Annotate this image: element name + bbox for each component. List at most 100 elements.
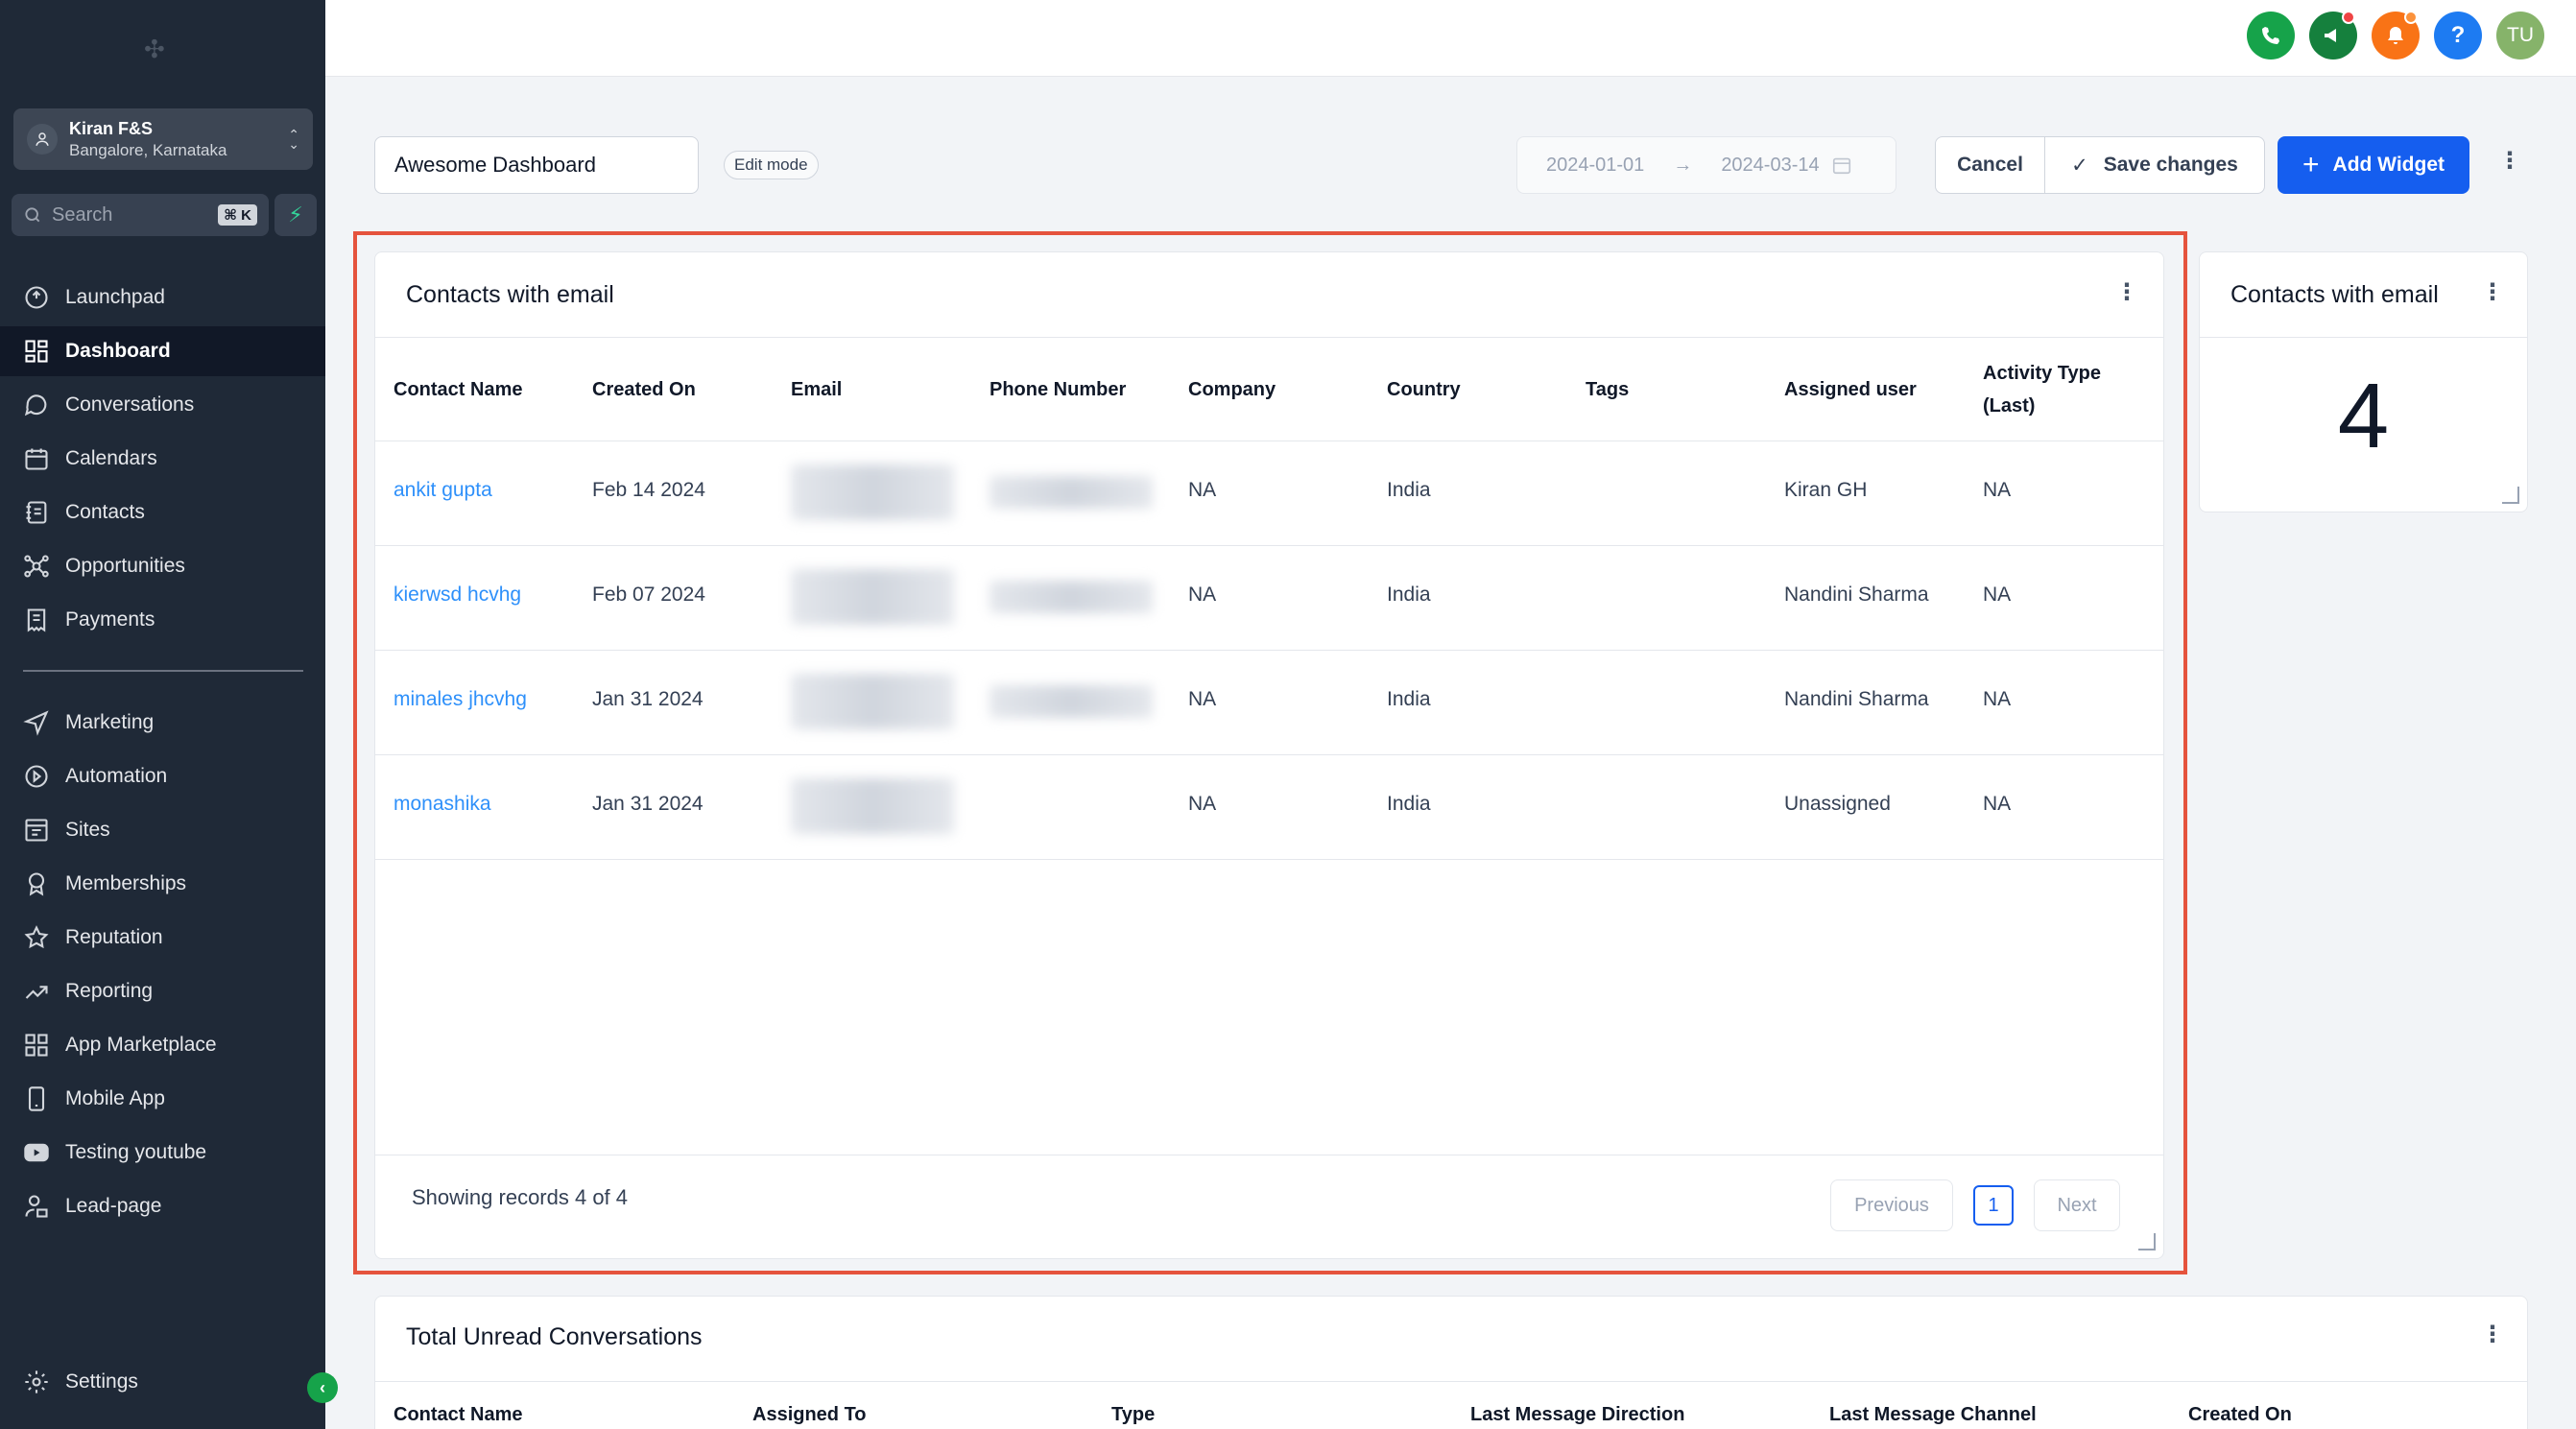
sidebar-item-label: App Marketplace: [65, 1034, 217, 1056]
top-header: [325, 0, 2576, 77]
sidebar-item-label: Marketing: [65, 711, 155, 733]
contact-name-link[interactable]: monashika: [394, 793, 491, 816]
column-header[interactable]: Type: [1111, 1398, 1155, 1429]
check-icon: ✓: [2071, 154, 2088, 177]
help-button[interactable]: ?: [2434, 12, 2482, 60]
widget-more-icon[interactable]: ⋮: [2481, 281, 2504, 304]
previous-page-button[interactable]: Previous: [1830, 1179, 1953, 1231]
sidebar-item-marketing[interactable]: Marketing: [0, 698, 325, 748]
table-row: ankit gupta Feb 14 2024 NA India Kiran G…: [375, 441, 2163, 546]
column-header[interactable]: Activity Type (Last): [1983, 357, 2127, 422]
column-header[interactable]: Last Message Direction: [1470, 1398, 1684, 1429]
add-widget-button[interactable]: + Add Widget: [2278, 136, 2469, 194]
sidebar-item-calendars[interactable]: Calendars: [0, 434, 325, 484]
column-header[interactable]: Created On: [592, 373, 696, 406]
resize-handle-icon[interactable]: [2502, 487, 2519, 504]
resize-handle-icon[interactable]: [2138, 1233, 2156, 1250]
arrow-right-icon: →: [1673, 154, 1693, 176]
phone-redacted: [990, 581, 1153, 613]
cancel-button[interactable]: Cancel: [1936, 137, 2045, 193]
table-row: kierwsd hcvhg Feb 07 2024 NA India Nandi…: [375, 546, 2163, 651]
sidebar-item-settings[interactable]: Settings: [0, 1357, 325, 1407]
sidebar-item-contacts[interactable]: Contacts: [0, 488, 325, 537]
save-changes-button[interactable]: ✓ Save changes: [2045, 137, 2264, 193]
sidebar-item-testing-youtube[interactable]: Testing youtube: [0, 1128, 325, 1178]
activity-type: NA: [1983, 688, 2012, 710]
widget-more-icon[interactable]: ⋮: [2481, 1323, 2504, 1346]
email-redacted: [791, 464, 954, 520]
collapse-sidebar-button[interactable]: ‹: [307, 1372, 338, 1403]
column-header[interactable]: Country: [1387, 373, 1461, 406]
country: India: [1387, 688, 1431, 710]
contact-name-link[interactable]: kierwsd hcvhg: [394, 584, 521, 607]
column-header[interactable]: Contact Name: [394, 1398, 522, 1429]
network-icon: [24, 555, 49, 578]
contact-name-link[interactable]: ankit gupta: [394, 479, 492, 502]
bell-icon: [2388, 27, 2403, 44]
column-header[interactable]: Phone Number: [990, 373, 1126, 406]
activity-type: NA: [1983, 584, 2012, 606]
avatar-initials: TU: [2507, 24, 2534, 46]
sidebar-item-automation[interactable]: Automation: [0, 751, 325, 801]
column-header[interactable]: Company: [1188, 373, 1276, 406]
sidebar-item-lead-page[interactable]: Lead-page: [0, 1181, 325, 1231]
column-header[interactable]: Email: [791, 373, 842, 406]
sidebar-item-sites[interactable]: Sites: [0, 805, 325, 855]
calendar-icon: [1832, 157, 1850, 175]
company: NA: [1188, 584, 1217, 606]
company: NA: [1188, 479, 1217, 501]
account-switcher[interactable]: Kiran F&S Bangalore, Karnataka ⌃ ⌄: [13, 108, 313, 170]
sidebar-item-payments[interactable]: Payments: [0, 595, 325, 645]
contact-name-link[interactable]: minales jhcvhg: [394, 688, 527, 711]
sidebar-item-opportunities[interactable]: Opportunities: [0, 541, 325, 591]
sidebar-item-label: Conversations: [65, 393, 195, 416]
sidebar-item-label: Opportunities: [65, 555, 185, 577]
sidebar-item-reporting[interactable]: Reporting: [0, 966, 325, 1016]
sidebar-item-label: Mobile App: [65, 1087, 165, 1109]
sidebar-item-dashboard[interactable]: Dashboard: [0, 326, 325, 376]
country: India: [1387, 584, 1431, 606]
column-header[interactable]: Assigned user: [1784, 373, 1917, 406]
dashboard-more-icon[interactable]: ⋮: [2498, 150, 2521, 173]
logo-icon: ✣: [144, 35, 165, 63]
column-header[interactable]: Created On: [2188, 1398, 2292, 1429]
announcements-button[interactable]: [2309, 11, 2357, 60]
notifications-button[interactable]: [2372, 11, 2420, 60]
date-range-picker[interactable]: 2024-01-01 → 2024-03-14: [1516, 136, 1896, 194]
widget-title: Total Unread Conversations: [406, 1323, 703, 1350]
column-header[interactable]: Assigned To: [752, 1398, 867, 1429]
quick-action-bolt-icon[interactable]: ⚡: [274, 194, 317, 236]
dashboard-name-value: Awesome Dashboard: [394, 153, 596, 177]
search-input[interactable]: Search ⌘ K: [12, 194, 269, 236]
page-number-button[interactable]: 1: [1973, 1185, 2014, 1226]
assigned-user: Kiran GH: [1784, 479, 1868, 501]
column-header[interactable]: Contact Name: [394, 373, 522, 406]
sidebar-item-label: Reporting: [65, 980, 154, 1002]
column-header[interactable]: Tags: [1586, 373, 1629, 406]
edit-mode-badge: Edit mode: [724, 151, 819, 179]
search-icon: [25, 207, 40, 223]
column-header[interactable]: Last Message Channel: [1829, 1398, 2037, 1429]
sidebar-item-conversations[interactable]: Conversations: [0, 380, 325, 430]
avatar[interactable]: TU: [2496, 12, 2544, 60]
next-page-button[interactable]: Next: [2034, 1179, 2120, 1231]
contacts-table-widget: Contacts with email ⋮ Contact Name Creat…: [374, 251, 2164, 1259]
sidebar-item-memberships[interactable]: Memberships: [0, 859, 325, 909]
account-icon: [27, 124, 58, 155]
widget-more-icon[interactable]: ⋮: [2115, 281, 2138, 304]
dashboard-name-input[interactable]: Awesome Dashboard: [374, 136, 699, 194]
records-count: Showing records 4 of 4: [412, 1185, 629, 1209]
country: India: [1387, 793, 1431, 815]
sidebar-item-launchpad[interactable]: Launchpad: [0, 273, 325, 322]
phone-redacted: [990, 685, 1153, 718]
account-name: Kiran F&S: [69, 118, 154, 138]
activity-type: NA: [1983, 479, 2012, 501]
sidebar-item-mobile-app[interactable]: Mobile App: [0, 1074, 325, 1124]
save-changes-label: Save changes: [2103, 154, 2238, 176]
sidebar-item-app-marketplace[interactable]: App Marketplace: [0, 1020, 325, 1070]
badge-icon: [28, 872, 45, 896]
created-on: Jan 31 2024: [592, 688, 704, 710]
sidebar-item-reputation[interactable]: Reputation: [0, 913, 325, 963]
automation-icon: [25, 765, 48, 788]
phone-button[interactable]: [2247, 12, 2295, 60]
